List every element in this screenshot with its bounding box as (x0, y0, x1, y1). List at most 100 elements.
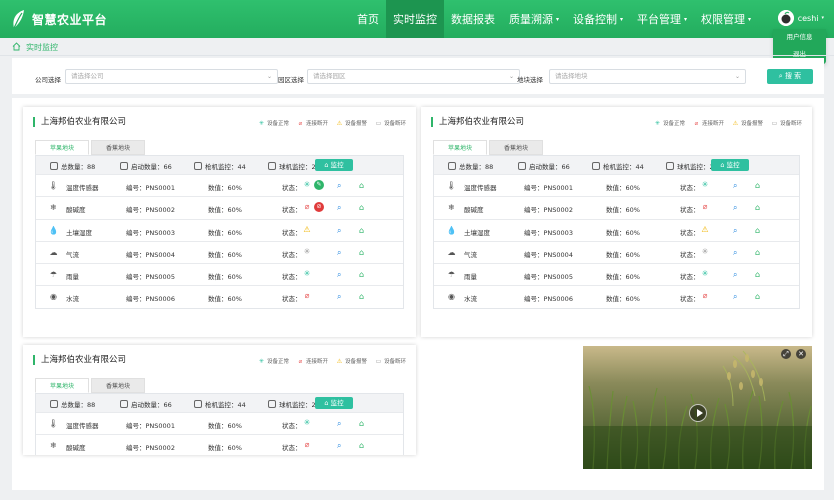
home-icon[interactable]: ⌂ (359, 226, 364, 235)
home-icon[interactable] (12, 42, 21, 53)
home-icon[interactable]: ⌂ (359, 292, 364, 301)
search-icon[interactable]: ⌕ (733, 292, 737, 302)
home-icon[interactable]: ⌂ (359, 203, 364, 212)
monitor-button[interactable]: ⌂ 监控 (315, 159, 353, 171)
dome-camera-icon (666, 162, 674, 170)
plot-tab[interactable]: 苹果地块 (433, 140, 487, 155)
plot-tabs: 苹果地块 香蕉地块 (35, 140, 147, 155)
sensor-value: 数值：60% (208, 295, 242, 304)
search-icon[interactable]: ⌕ (337, 270, 341, 280)
search-icon[interactable]: ⌕ (337, 248, 341, 258)
video-player[interactable]: ⤢ ✕ (583, 346, 812, 469)
user-menu[interactable]: ceshi ▾ (777, 10, 824, 26)
search-icon[interactable]: ⌕ (733, 181, 737, 191)
stop-icon[interactable]: ⊘ (314, 202, 324, 213)
legend-item: ⌀ 连接断开 (694, 119, 724, 128)
plot-tab[interactable]: 苹果地块 (35, 378, 89, 393)
device-card: 上海邦伯农业有限公司 ✳ 设备正常 ⌀ 连接断开 ⚠ 设备报警 ▭ 设备断环 苹果地块 香蕉地块 总数… (23, 107, 416, 337)
search-icon[interactable]: ⌕ (733, 226, 737, 236)
search-icon[interactable]: ⌕ (337, 419, 341, 429)
filter-bar: 公司选择 请选择公司 ⌄ 园区选择 请选择园区 ⌄ 地块选择 请选择地块 ⌄ ⌕ 搜 … (12, 58, 824, 94)
device-card: 上海邦伯农业有限公司 ✳ 设备正常 ⌀ 连接断开 ⚠ 设备报警 ▭ 设备断环 苹果地块 香蕉地块 总数… (23, 345, 416, 455)
status-offline-icon: ✳ (701, 246, 709, 256)
home-icon[interactable]: ⌂ (359, 441, 364, 450)
search-icon[interactable]: ⌕ (733, 248, 737, 258)
park-select[interactable]: 请选择园区 ⌄ (307, 69, 520, 84)
nav-item[interactable]: 质量溯源 ▾ (502, 0, 566, 38)
sensor-code: 编号：PNS0005 (524, 273, 573, 282)
nav-item[interactable]: 平台管理 ▾ (630, 0, 694, 38)
sensor-code: 编号：PNS0006 (126, 295, 175, 304)
sensor-code: 编号：PNS0003 (524, 228, 573, 237)
home-icon[interactable]: ⌂ (755, 203, 760, 212)
home-icon[interactable]: ⌂ (755, 226, 760, 235)
device-table: 总数量：88 启动数量：66 枪机监控：44 球机监控：22 ⌂ 监控 🌡 温度传感器 编号：… (35, 155, 404, 309)
search-button[interactable]: ⌕ 搜 索 (767, 69, 813, 84)
logo[interactable]: 智慧农业平台 (0, 8, 350, 30)
monitor-button[interactable]: ⌂ 监控 (315, 397, 353, 409)
fullscreen-icon[interactable]: ⤢ (781, 349, 791, 359)
sensor-code: 编号：PNS0002 (126, 444, 175, 453)
chevron-down-icon: ▾ (620, 15, 624, 23)
home-icon[interactable]: ⌂ (359, 181, 364, 190)
rain-icon: ☂ (447, 270, 456, 280)
plot-tab[interactable]: 香蕉地块 (489, 140, 543, 155)
nav-item[interactable]: 实时监控 (386, 0, 444, 38)
sensor-value: 数值：60% (606, 250, 640, 259)
sensor-value: 数值：60% (208, 250, 242, 259)
sensor-name: 酸碱度 (464, 206, 484, 215)
close-icon[interactable]: ✕ (796, 349, 806, 359)
nav-item[interactable]: 数据报表 (444, 0, 502, 38)
divider (0, 55, 834, 56)
sensor-code: 编号：PNS0002 (524, 206, 573, 215)
summary-total: 总数量：88 (61, 163, 96, 171)
home-icon[interactable]: ⌂ (359, 419, 364, 428)
home-icon[interactable]: ⌂ (755, 292, 760, 301)
nav-item[interactable]: 设备控制 ▾ (566, 0, 630, 38)
summary-total: 总数量：88 (459, 163, 494, 171)
plot-tab[interactable]: 苹果地块 (35, 140, 89, 155)
plot-select[interactable]: 请选择地块 ⌄ (549, 69, 746, 84)
table-row: 🌡 温度传感器 编号：PNS0001 数值：60% 状态： ✳ ✎ ⌕ ⌂ (36, 174, 403, 196)
sensor-name: 气流 (464, 250, 477, 259)
status-alarm-icon: ⚠ (336, 357, 343, 365)
home-icon[interactable]: ⌂ (359, 270, 364, 279)
camera-icon (592, 162, 600, 170)
search-icon[interactable]: ⌕ (337, 441, 341, 451)
chevron-down-icon: ▾ (821, 15, 824, 21)
dome-camera-icon (268, 400, 276, 408)
search-icon[interactable]: ⌕ (337, 203, 341, 213)
company-select[interactable]: 请选择公司 ⌄ (65, 69, 278, 84)
nav-item[interactable]: 权限管理 ▾ (694, 0, 758, 38)
status-normal-icon: ✳ (654, 119, 660, 127)
status-label: 状态： (680, 250, 700, 259)
nav-item[interactable]: 首页 (350, 0, 386, 38)
search-icon[interactable]: ⌕ (337, 181, 341, 191)
home-icon[interactable]: ⌂ (359, 248, 364, 257)
sensor-code: 编号：PNS0004 (524, 250, 573, 259)
plot-tab[interactable]: 香蕉地块 (91, 140, 145, 155)
check-icon[interactable]: ✎ (314, 180, 324, 190)
table-row: ❄ 酸碱度 编号：PNS0002 数值：60% 状态： ⌀ ⊘ ⌕ ⌂ (36, 196, 403, 218)
legend-item: ✳ 设备正常 (654, 119, 685, 128)
sensor-name: 水流 (464, 295, 477, 304)
legend-item: ⚠ 设备报警 (732, 119, 763, 128)
sensor-value: 数值：60% (606, 273, 640, 282)
search-icon[interactable]: ⌕ (733, 270, 737, 280)
play-icon[interactable] (689, 404, 707, 422)
home-icon[interactable]: ⌂ (755, 181, 760, 190)
plot-tab[interactable]: 香蕉地块 (91, 378, 145, 393)
chevron-down-icon: ⌄ (266, 73, 272, 80)
user-info-menu-item[interactable]: 用户信息 (773, 29, 826, 46)
cloud-icon: ☁ (447, 247, 456, 257)
sensor-code: 编号：PNS0001 (126, 184, 175, 192)
monitor-button[interactable]: ⌂ 监控 (711, 159, 749, 171)
search-icon[interactable]: ⌕ (337, 292, 341, 302)
search-icon[interactable]: ⌕ (733, 203, 737, 213)
sensor-code: 编号：PNS0001 (126, 422, 175, 430)
summary-ball: 球机监控：22 (279, 401, 320, 409)
home-icon[interactable]: ⌂ (755, 248, 760, 257)
gear-icon (120, 162, 128, 170)
home-icon[interactable]: ⌂ (755, 270, 760, 279)
search-icon[interactable]: ⌕ (337, 226, 341, 236)
